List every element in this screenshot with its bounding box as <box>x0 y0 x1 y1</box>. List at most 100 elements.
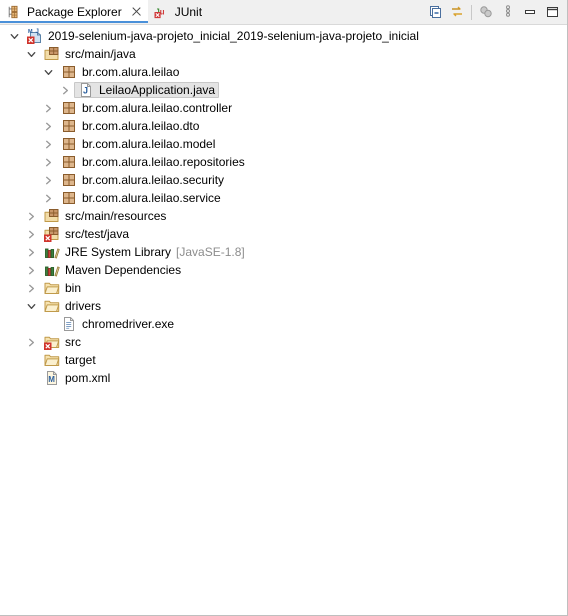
junit-icon: J u <box>153 3 171 21</box>
folder-icon <box>43 333 61 351</box>
tree-row-label: br.com.alura.leilao.model <box>82 137 216 151</box>
tree-row[interactable]: br.com.alura.leilao.security <box>0 171 567 189</box>
tree-row-label: 2019-selenium-java-projeto_inicial_2019-… <box>48 29 419 43</box>
chevron-down-icon[interactable] <box>23 297 39 315</box>
tree-row-label: drivers <box>65 299 102 313</box>
tree-row[interactable]: br.com.alura.leilao.service <box>0 189 567 207</box>
chevron-right-icon[interactable] <box>23 243 39 261</box>
tree-row[interactable]: src/test/java <box>0 225 567 243</box>
chevron-down-icon[interactable] <box>23 45 39 63</box>
chevron-down-icon[interactable] <box>6 27 22 45</box>
tree-row[interactable]: br.com.alura.leilao.repositories <box>0 153 567 171</box>
svg-text:J: J <box>83 86 88 96</box>
file-icon <box>60 315 78 333</box>
twisty-placeholder <box>23 369 39 387</box>
tree-row[interactable]: br.com.alura.leilao.dto <box>0 117 567 135</box>
package-explorer-icon <box>5 3 23 21</box>
chevron-right-icon[interactable] <box>23 207 39 225</box>
focus-on-active-task-button[interactable] <box>475 1 497 23</box>
tree-row[interactable]: JRE System Library [JavaSE-1.8] <box>0 243 567 261</box>
source-folder-icon <box>43 45 61 63</box>
package-icon <box>60 135 78 153</box>
package-icon <box>60 171 78 189</box>
tree-row[interactable]: src/main/resources <box>0 207 567 225</box>
tree-row[interactable]: J LeilaoApplication.java <box>0 81 567 99</box>
tree-row-label: src/test/java <box>65 227 130 241</box>
tree-row-label: src/main/java <box>65 47 136 61</box>
folder-icon <box>43 279 61 297</box>
tree-row[interactable]: br.com.alura.leilao.controller <box>0 99 567 117</box>
package-icon <box>60 189 78 207</box>
java-file-icon: J <box>77 81 95 99</box>
twisty-placeholder <box>23 351 39 369</box>
tree-row[interactable]: src <box>0 333 567 351</box>
svg-text:J: J <box>36 29 39 35</box>
tree-row[interactable]: Maven Dependencies <box>0 261 567 279</box>
chevron-right-icon[interactable] <box>40 189 56 207</box>
tree-row-label: LeilaoApplication.java <box>99 83 216 97</box>
tree-row[interactable]: br.com.alura.leilao <box>0 63 567 81</box>
chevron-right-icon[interactable] <box>40 99 56 117</box>
maven-xml-file-icon: M <box>43 369 61 387</box>
package-icon <box>60 153 78 171</box>
chevron-right-icon[interactable] <box>40 153 56 171</box>
tree-row-label: br.com.alura.leilao.security <box>82 173 225 187</box>
folder-icon <box>43 351 61 369</box>
library-icon <box>43 243 61 261</box>
chevron-down-icon[interactable] <box>40 63 56 81</box>
view-tabbar: Package Explorer J u JUnit <box>0 0 567 25</box>
tree-row[interactable]: Mpom.xml <box>0 369 567 387</box>
view-menu-button[interactable] <box>497 1 519 23</box>
chevron-right-icon[interactable] <box>23 279 39 297</box>
twisty-placeholder <box>40 315 56 333</box>
library-icon <box>43 261 61 279</box>
package-icon <box>60 117 78 135</box>
view-toolbar <box>424 0 567 24</box>
tree-row[interactable]: drivers <box>0 297 567 315</box>
tree-row-label: target <box>65 353 96 367</box>
maximize-button[interactable] <box>541 1 563 23</box>
tree-row[interactable]: target <box>0 351 567 369</box>
chevron-right-icon[interactable] <box>23 333 39 351</box>
tree-row-label: br.com.alura.leilao.service <box>82 191 221 205</box>
maven-java-project-icon: MJ <box>26 27 44 45</box>
tree-row-label: chromedriver.exe <box>82 317 175 331</box>
chevron-right-icon[interactable] <box>40 117 56 135</box>
toolbar-separator <box>471 4 472 20</box>
tree-row-label: br.com.alura.leilao.repositories <box>82 155 245 169</box>
tab-label: Package Explorer <box>27 4 122 19</box>
tree-row-label: pom.xml <box>65 371 111 385</box>
tree-row-label: br.com.alura.leilao.controller <box>82 101 233 115</box>
tree-row-label: src <box>65 335 81 349</box>
chevron-right-icon[interactable] <box>23 261 39 279</box>
tree-row-label: br.com.alura.leilao <box>82 65 180 79</box>
chevron-right-icon[interactable] <box>40 171 56 189</box>
tree-row[interactable]: bin <box>0 279 567 297</box>
link-with-editor-button[interactable] <box>446 1 468 23</box>
tree-row[interactable]: src/main/java <box>0 45 567 63</box>
close-icon[interactable] <box>130 6 142 18</box>
tree-row-label: src/main/resources <box>65 209 167 223</box>
minimize-button[interactable] <box>519 1 541 23</box>
chevron-right-icon[interactable] <box>57 81 73 99</box>
tab-package-explorer[interactable]: Package Explorer <box>0 0 148 23</box>
tabbar-spacer <box>208 0 424 24</box>
chevron-right-icon[interactable] <box>23 225 39 243</box>
package-explorer-view: Package Explorer J u JUnit <box>0 0 568 616</box>
tab-label: JUnit <box>174 4 203 19</box>
chevron-right-icon[interactable] <box>40 135 56 153</box>
tree-row-label: JRE System Library <box>65 245 172 259</box>
tree-row-label: Maven Dependencies <box>65 263 182 277</box>
svg-text:M: M <box>48 375 55 384</box>
project-tree[interactable]: M J 2019-selenium-java-projeto_inicial_201… <box>0 25 567 615</box>
svg-text:M: M <box>28 29 33 35</box>
tree-row-label: bin <box>65 281 82 295</box>
tree-row[interactable]: chromedriver.exe <box>0 315 567 333</box>
source-folder-icon <box>43 207 61 225</box>
tree-row-sublabel: [JavaSE-1.8] <box>176 245 245 259</box>
tab-junit[interactable]: J u JUnit <box>148 0 208 23</box>
collapse-all-button[interactable] <box>424 1 446 23</box>
tree-row[interactable]: M J 2019-selenium-java-projeto_inicial_201… <box>0 27 567 45</box>
source-folder-icon <box>43 225 61 243</box>
tree-row[interactable]: br.com.alura.leilao.model <box>0 135 567 153</box>
